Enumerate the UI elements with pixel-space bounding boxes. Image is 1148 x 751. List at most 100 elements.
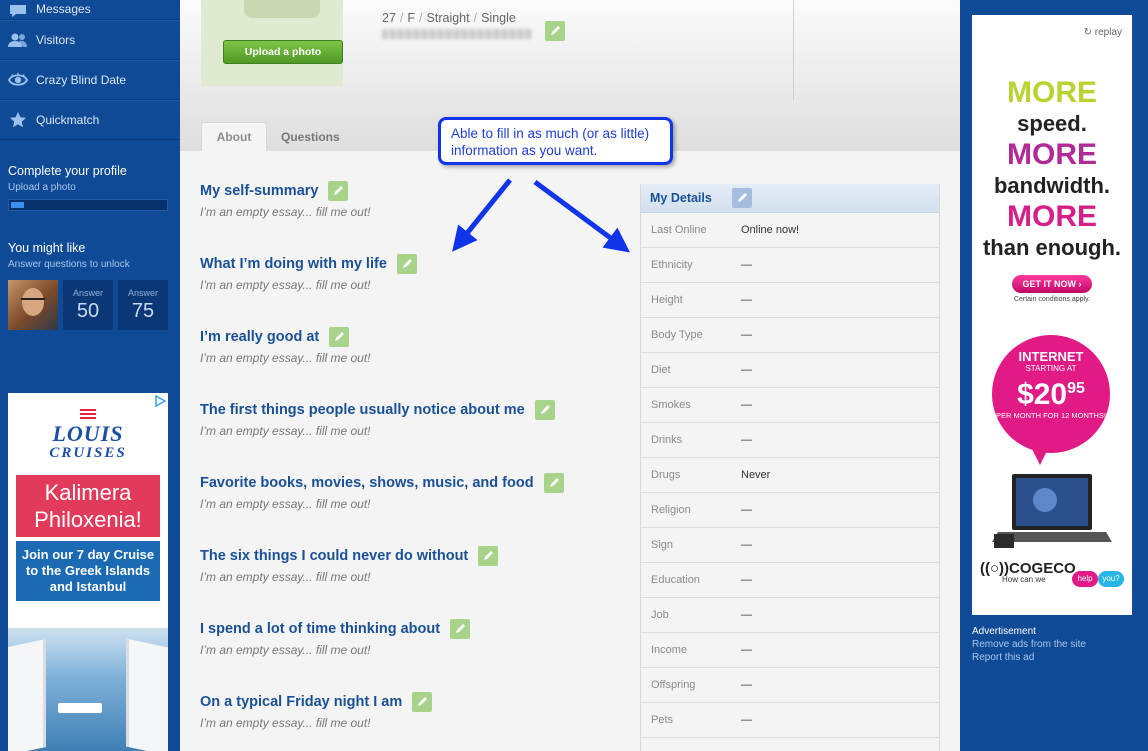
details-title: My Details xyxy=(650,191,712,205)
report-ad-link[interactable]: Report this ad xyxy=(972,651,1086,664)
edit-pencil-icon[interactable] xyxy=(328,181,349,201)
tab-about[interactable]: About xyxy=(201,122,267,151)
detail-row: Job — xyxy=(641,598,939,633)
answer-label: Answer xyxy=(127,287,158,298)
nav-messages[interactable]: Messages xyxy=(0,0,180,20)
essay-title-text: What I’m doing with my life xyxy=(200,256,387,272)
essay-thinking-about: I spend a lot of time thinking about I’m… xyxy=(200,619,471,657)
complete-profile-title: Complete your profile xyxy=(8,164,127,178)
cogeco-ad[interactable]: ↻ replay MORE speed. MORE bandwidth. MOR… xyxy=(972,15,1132,615)
ad-more-3: MORE xyxy=(1007,200,1097,233)
answer-box-50[interactable]: Answer 50 xyxy=(63,280,113,330)
detail-label: Drugs xyxy=(651,469,681,481)
remove-ads-link[interactable]: Remove ads from the site xyxy=(972,638,1086,651)
detail-row: Drugs Never xyxy=(641,458,939,493)
edit-pencil-icon[interactable] xyxy=(412,692,433,712)
star-icon xyxy=(8,111,28,129)
detail-row: Body Type — xyxy=(641,318,939,353)
edit-details-pencil-icon[interactable] xyxy=(731,188,752,208)
upload-photo-link[interactable]: Upload a photo xyxy=(8,182,172,193)
essay-empty-text: I’m an empty essay... fill me out! xyxy=(200,424,371,438)
detail-value: — xyxy=(741,329,752,341)
edit-pencil-icon[interactable] xyxy=(478,546,499,566)
detail-row: Education — xyxy=(641,563,939,598)
detail-label: Drinks xyxy=(651,434,683,446)
essay-title[interactable]: The six things I could never do without xyxy=(200,546,499,566)
avatar-glasses xyxy=(21,298,45,303)
detail-label: Ethnicity xyxy=(651,259,693,271)
essay-title[interactable]: Favorite books, movies, shows, music, an… xyxy=(200,473,564,493)
essay-first-things: The first things people usually notice a… xyxy=(200,400,555,438)
laptop-image xyxy=(992,474,1112,548)
detail-value: — xyxy=(741,609,752,621)
detail-label: Body Type xyxy=(651,329,703,341)
ad-line-enough: than enough. xyxy=(982,235,1122,260)
profile-photo-box: Upload a photo xyxy=(201,0,343,86)
ad-starting: STARTING AT xyxy=(1025,364,1077,373)
essay-title[interactable]: What I’m doing with my life xyxy=(200,254,417,274)
edit-pencil-icon[interactable] xyxy=(450,619,471,639)
louis-cruises-ad[interactable]: LOUIS CRUISES Kalimera Philoxenia! Join … xyxy=(8,393,168,751)
profile-gender: F xyxy=(407,11,416,25)
detail-label: Last Online xyxy=(651,224,707,236)
right-ad-column: ↻ replay MORE speed. MORE bandwidth. MOR… xyxy=(960,0,1148,751)
answer-questions-link[interactable]: Answer questions to unlock xyxy=(8,259,172,270)
tab-questions[interactable]: Questions xyxy=(267,122,354,151)
detail-value: — xyxy=(741,504,752,516)
ad-headline: Kalimera Philoxenia! xyxy=(16,475,160,537)
essay-empty-text: I’m an empty essay... fill me out! xyxy=(200,570,371,584)
essay-empty-text: I’m an empty essay... fill me out! xyxy=(200,497,371,511)
essay-title-text: I spend a lot of time thinking about xyxy=(200,621,441,637)
detail-row: Pets — xyxy=(641,703,939,738)
detail-label: Smokes xyxy=(651,399,691,411)
essay-title-text: My self-summary xyxy=(200,183,319,199)
profile-orientation: Straight xyxy=(426,11,470,25)
separator: / xyxy=(399,11,404,25)
detail-row: Drinks — xyxy=(641,423,939,458)
detail-label: Diet xyxy=(651,364,671,376)
detail-row: Offspring — xyxy=(641,668,939,703)
essay-favorites: Favorite books, movies, shows, music, an… xyxy=(200,473,564,511)
detail-value: Online now! xyxy=(741,224,800,236)
ad-choices-icon[interactable] xyxy=(154,394,167,408)
answer-box-75[interactable]: Answer 75 xyxy=(118,280,168,330)
detail-label: Religion xyxy=(651,504,691,516)
replay-button[interactable]: ↻ replay xyxy=(1084,27,1122,38)
essay-title[interactable]: I spend a lot of time thinking about xyxy=(200,619,471,639)
essay-title[interactable]: My self-summary xyxy=(200,181,371,201)
essay-title[interactable]: On a typical Friday night I am xyxy=(200,692,433,712)
might-like-title: You might like xyxy=(8,241,86,255)
detail-value: Never xyxy=(741,469,771,481)
annotation-callout: Able to fill in as much (or as little) i… xyxy=(438,117,673,165)
essay-title[interactable]: The first things people usually notice a… xyxy=(200,400,555,420)
edit-meta-pencil-icon[interactable] xyxy=(545,21,565,41)
nav-quickmatch[interactable]: Quickmatch xyxy=(0,100,180,140)
my-details-panel: My Details Last Online Online now! Ethnic… xyxy=(640,184,940,751)
answer-count: 75 xyxy=(131,299,155,322)
ad-line-speed: speed. xyxy=(1017,111,1087,136)
ad-conditions: Certain conditions apply. xyxy=(1013,296,1091,303)
essay-self-summary: My self-summary I’m an empty essay... fi… xyxy=(200,181,371,219)
ad-line-bandwidth: bandwidth. xyxy=(993,173,1111,198)
upload-photo-button[interactable]: Upload a photo xyxy=(223,40,343,64)
photo-placeholder-icon xyxy=(244,0,320,18)
avatar[interactable] xyxy=(8,280,58,330)
profile-age: 27 xyxy=(382,11,396,25)
edit-pencil-icon[interactable] xyxy=(329,327,350,347)
answer-label: Answer xyxy=(72,287,103,298)
nav-crazy-blind-date[interactable]: Crazy Blind Date xyxy=(0,60,180,100)
get-it-now-button[interactable]: GET IT NOW › xyxy=(1012,275,1092,293)
edit-pencil-icon[interactable] xyxy=(534,400,555,420)
essay-title[interactable]: I’m really good at xyxy=(200,327,371,347)
nav-visitors[interactable]: Visitors xyxy=(0,20,180,60)
separator: / xyxy=(419,11,423,25)
edit-pencil-icon[interactable] xyxy=(543,473,564,493)
profile-progress-bar xyxy=(8,199,168,211)
detail-label: Height xyxy=(651,294,683,306)
visitors-icon xyxy=(8,31,28,49)
louis-mark-icon xyxy=(80,409,96,421)
essay-empty-text: I’m an empty essay... fill me out! xyxy=(200,716,371,730)
essay-empty-text: I’m an empty essay... fill me out! xyxy=(200,205,371,219)
essay-empty-text: I’m an empty essay... fill me out! xyxy=(200,643,371,657)
edit-pencil-icon[interactable] xyxy=(396,254,417,274)
